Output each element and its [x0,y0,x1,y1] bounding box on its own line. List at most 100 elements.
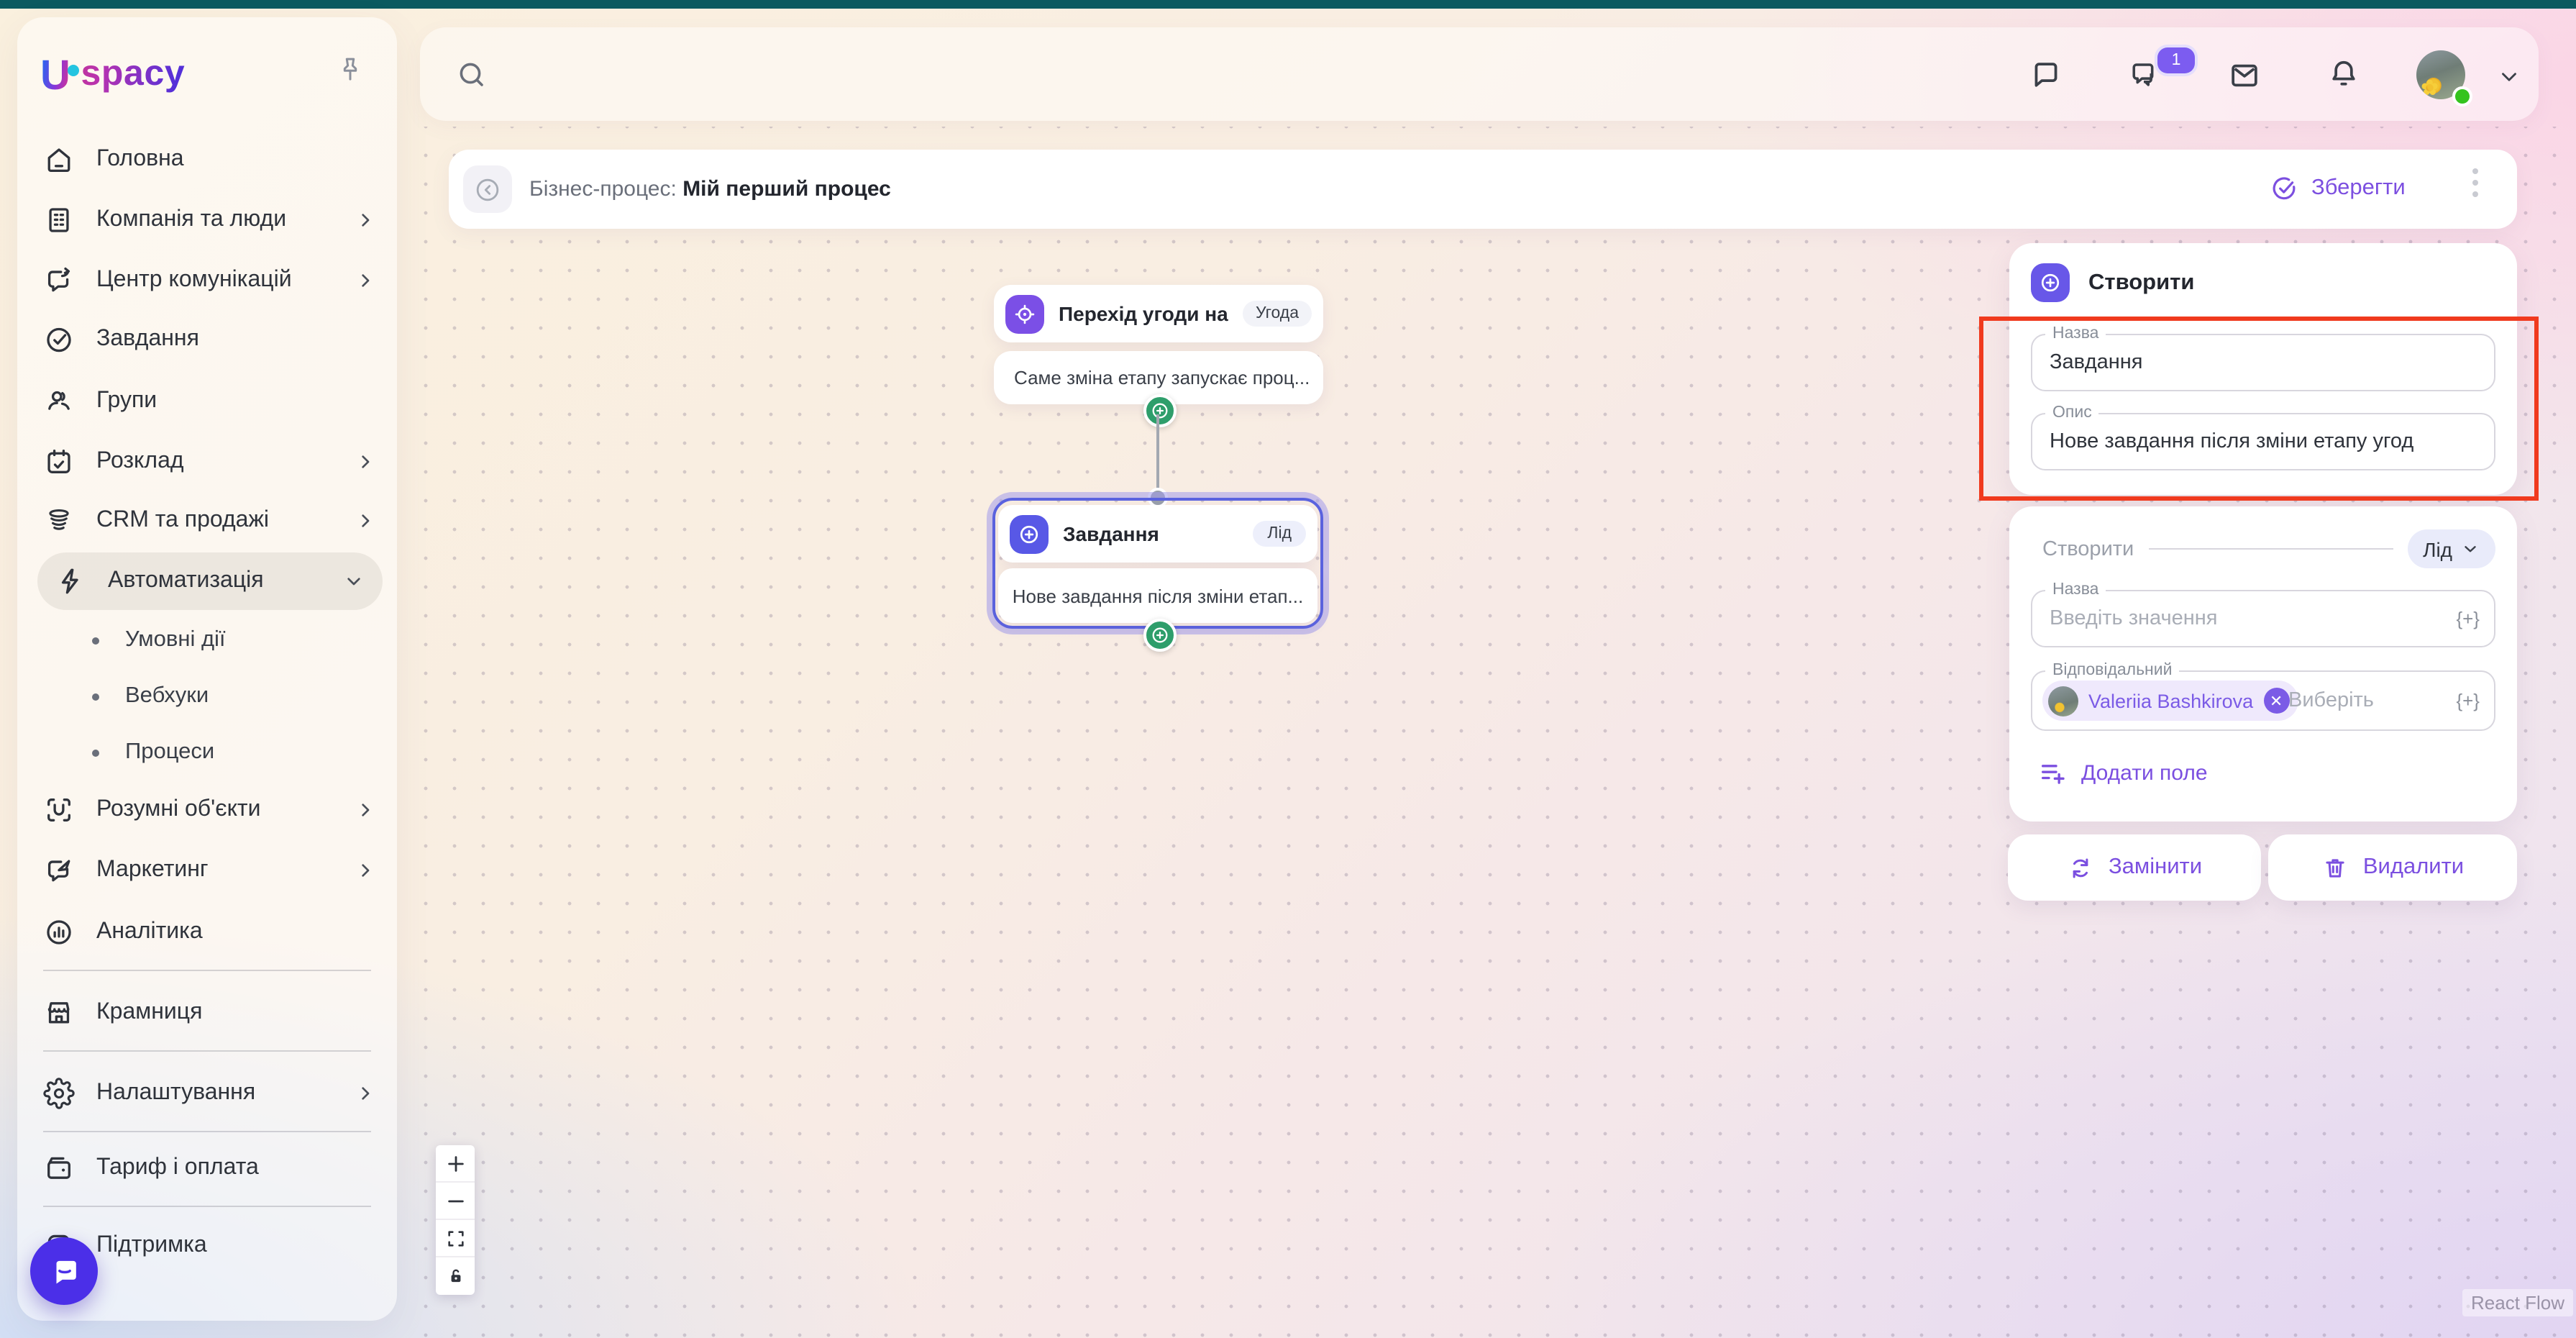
sidebar-item-store[interactable]: Крамниця [43,984,377,1042]
plus-circle-icon [2031,263,2070,302]
chip-avatar [2048,686,2078,716]
sidebar-item-label: Групи [96,388,157,414]
kebab-menu-icon[interactable] [2465,168,2485,197]
add-step-handle[interactable] [1143,619,1177,652]
annotation-red-box [1979,317,2539,501]
bullet-icon [92,693,99,700]
refresh-icon [2067,854,2094,881]
sidebar-item-tasks[interactable]: Завдання [43,311,377,368]
sidebar-item-label: Аналітика [96,919,203,945]
action-node-description[interactable]: Нове завдання після зміни етап... [998,568,1317,623]
owner-placeholder: Виберіть [2288,689,2374,712]
save-check-icon [2270,174,2298,203]
marketing-icon [43,855,75,886]
sidebar-item-marketing[interactable]: Маркетинг [43,842,377,899]
bullet-icon [92,749,99,756]
insert-variable-button[interactable]: {+} [2456,608,2480,629]
uspacy-logo[interactable]: Uspacy [40,52,185,95]
chevron-right-icon [354,209,377,232]
sidebar-subitem-conditional-actions[interactable]: Умовні дії [83,614,371,666]
create-card-header: Створити [2031,263,2194,302]
delete-button[interactable]: Видалити [2268,834,2517,901]
sidebar-item-home[interactable]: Головна [43,131,377,188]
logo-text: spacy [81,53,186,95]
search-icon[interactable] [455,58,489,92]
chevron-down-icon [2461,540,2480,558]
zoom-in-button[interactable] [436,1145,475,1183]
sidebar-item-label: Автоматизація [108,568,264,594]
create-card-title: Створити [2088,270,2194,296]
mail-icon[interactable] [2226,58,2262,94]
sidebar-item-label: Розклад [96,449,184,475]
save-button[interactable]: Зберегти [2270,174,2406,203]
sidebar-item-label: Налаштування [96,1080,255,1106]
home-icon [43,144,75,176]
fit-view-button[interactable] [436,1220,475,1257]
building-icon [43,204,75,236]
sidebar-item-label: Завдання [96,327,199,352]
sidebar-item-analytics[interactable]: Аналітика [43,904,377,961]
comments-icon[interactable] [2028,58,2064,94]
zoom-out-button[interactable] [436,1183,475,1220]
check-circle-icon [43,324,75,355]
chip-remove-icon[interactable]: ✕ [2263,688,2289,714]
insert-variable-button[interactable]: {+} [2456,690,2480,711]
sidebar-divider [43,1050,371,1052]
chevron-right-icon [354,1082,377,1105]
chevron-right-icon [354,859,377,882]
sidebar-subitem-processes[interactable]: Процеси [83,727,371,778]
sidebar-item-billing[interactable]: Тариф і оплата [43,1139,377,1197]
add-step-handle[interactable] [1143,394,1177,427]
process-name: Мій перший процес [682,177,891,201]
trigger-node-title[interactable]: Перехід угоди на Угода [994,285,1323,342]
entity-name-input[interactable]: Назва Введіть значення {+} [2031,590,2495,647]
online-status-dot [2452,86,2472,106]
sidebar-divider [43,1131,371,1132]
top-bar [420,27,2539,121]
support-chat-fab[interactable] [30,1237,98,1305]
replace-label: Замінити [2109,855,2202,880]
add-field-button[interactable]: Додати поле [2038,758,2208,787]
owner-chip[interactable]: Valeriia Bashkirova ✕ [2042,681,2298,721]
bell-icon[interactable] [2326,56,2362,92]
funnel-icon [43,505,75,537]
action-node-label: Завдання [1063,522,1159,545]
profile-chevron-down-icon[interactable] [2497,65,2521,89]
action-description-text: Нове завдання після зміни етап... [1013,585,1303,606]
action-node-title[interactable]: Завдання Лід [998,505,1317,563]
flow-controls [436,1145,475,1295]
sidebar-item-comms-center[interactable]: Центр комунікацій [43,252,377,309]
sidebar-subitem-webhooks[interactable]: Вебхуки [83,670,371,722]
sidebar-item-automation[interactable]: Автоматизація [37,552,383,610]
sidebar-item-schedule[interactable]: Розклад [43,433,377,491]
sidebar-item-settings[interactable]: Налаштування [43,1065,377,1122]
sidebar-item-label: Підтримка [96,1233,207,1259]
chevron-right-icon [354,450,377,473]
store-icon [43,997,75,1029]
replace-button[interactable]: Замінити [2008,834,2261,901]
sidebar-item-crm[interactable]: CRM та продажі [43,492,377,550]
sidebar-item-label: Тариф і оплата [96,1155,259,1181]
sidebar-divider [43,1206,371,1207]
section-divider [2148,548,2393,550]
owner-input[interactable]: Відповідальний Valeriia Bashkirova ✕ Виб… [2031,670,2495,731]
entity-select[interactable]: Лід [2407,529,2495,568]
chat-unread-badge: 1 [2155,45,2198,76]
back-button[interactable] [463,165,512,213]
analytics-icon [43,916,75,948]
sidebar-item-groups[interactable]: Групи [43,373,377,430]
sidebar-item-company[interactable]: Компанія та люди [43,191,377,249]
logo-u-glyph: U [40,58,71,95]
flow-edge [1156,414,1159,498]
playlist-add-icon [2038,758,2067,787]
delete-label: Видалити [2363,855,2464,880]
lock-button[interactable] [436,1257,475,1295]
pin-sidebar-icon[interactable] [335,55,365,85]
react-flow-attribution[interactable]: React Flow [2462,1289,2573,1316]
circle-arrow-left-icon [473,175,502,204]
entity-pill: Угода [1243,301,1312,327]
sidebar-item-smart-objects[interactable]: Розумні об'єкти [43,781,377,839]
chip-name: Valeriia Bashkirova [2088,690,2253,711]
sidebar-subitem-label: Вебхуки [125,683,209,709]
chevron-down-icon [342,570,365,593]
